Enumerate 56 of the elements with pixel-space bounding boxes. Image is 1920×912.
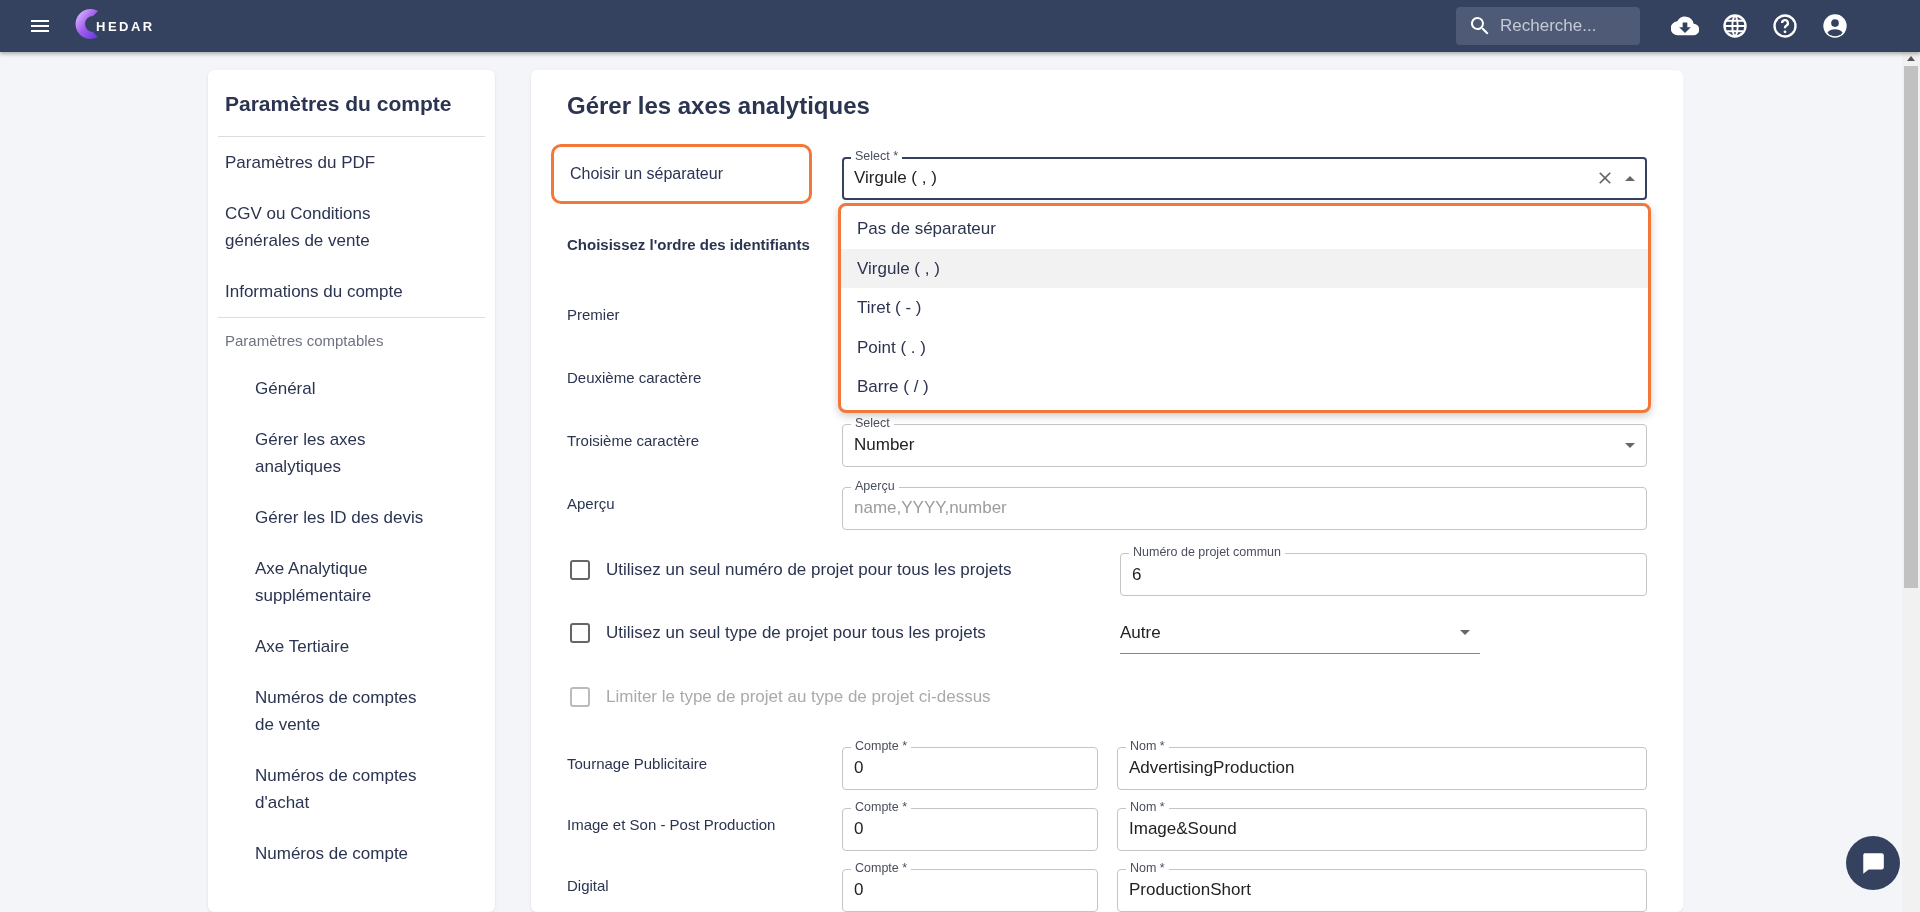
account-icon[interactable]: [1821, 12, 1849, 40]
checkbox-label: Limiter le type de projet au type de projet ci-dessus: [606, 687, 991, 707]
chat-button[interactable]: [1846, 836, 1900, 890]
sidebar-item[interactable]: CGV ou Conditions générales de vente: [218, 188, 433, 266]
section-heading: Choisissez l'ordre des identifiants: [567, 234, 810, 255]
search-field[interactable]: Recherche...: [1456, 7, 1640, 45]
dropdown-option[interactable]: Virgule ( , ): [841, 248, 1648, 288]
sidebar-item[interactable]: Gérer les ID des devis: [218, 492, 440, 543]
field-caption: Premier: [567, 306, 621, 323]
caret-icon[interactable]: [1625, 175, 1635, 181]
field-caption: Tournage Publicitaire: [567, 755, 709, 772]
field-caption: Digital: [567, 877, 610, 894]
globe-icon[interactable]: [1721, 12, 1749, 40]
dropdown-option[interactable]: Point ( . ): [841, 327, 1648, 367]
dropdown-option[interactable]: Tiret ( - ): [841, 288, 1648, 328]
field-caption: Image et Son - Post Production: [567, 816, 777, 833]
checkbox[interactable]: [570, 623, 590, 643]
sidebar-item[interactable]: Informations du compte: [218, 266, 433, 317]
input-field[interactable]: Compte * 0: [842, 737, 1098, 790]
preview-field[interactable]: Aperçu name,YYYY,number: [842, 477, 1647, 530]
caret-icon: [1625, 442, 1635, 448]
input-field[interactable]: Compte * 0: [842, 859, 1098, 912]
scrollbar[interactable]: [1902, 52, 1920, 912]
dropdown-option[interactable]: Barre ( / ): [841, 367, 1648, 407]
sidebar-item[interactable]: Gérer les axes analytiques: [218, 414, 440, 492]
logo-text: HEDAR: [96, 18, 155, 34]
sidebar-section-header: Paramètres comptables: [218, 317, 485, 363]
sidebar-item[interactable]: Paramètres du PDF: [218, 137, 433, 188]
select-field[interactable]: Autre: [1120, 612, 1480, 654]
input-field[interactable]: Numéro de projet commun 6: [1120, 544, 1647, 596]
field-label: Numéro de projet commun: [1129, 544, 1285, 560]
sidebar-item[interactable]: Axe Analytique supplémentaire: [218, 543, 440, 621]
checkbox-label: Utilisez un seul type de projet pour tous les projets: [606, 623, 986, 643]
checkbox-label: Utilisez un seul numéro de projet pour tous les projets: [606, 560, 1012, 580]
sidebar-item[interactable]: Numéros de comptes d'achat: [218, 750, 440, 828]
caret-icon: [1460, 630, 1470, 635]
checkbox[interactable]: [570, 560, 590, 580]
separator-label: Choisir un séparateur: [551, 143, 812, 204]
sidebar-item[interactable]: Général: [218, 363, 440, 414]
input-field[interactable]: Nom * Image&Sound: [1117, 798, 1647, 851]
sidebar-title: Paramètres du compte: [218, 70, 485, 137]
page-title: Gérer les axes analytiques: [567, 92, 871, 120]
input-field[interactable]: Nom * ProductionShort: [1117, 859, 1647, 912]
field-caption: Aperçu: [567, 495, 616, 512]
sidebar-item[interactable]: Axe Tertiaire: [218, 621, 440, 672]
field-caption: Troisième caractère: [567, 432, 700, 449]
select-field[interactable]: Select Number: [842, 414, 1647, 467]
dropdown-option[interactable]: Pas de séparateur: [841, 209, 1648, 249]
input-field[interactable]: Nom * AdvertisingProduction: [1117, 737, 1647, 790]
sidebar-item[interactable]: Numéros de compte: [218, 828, 440, 879]
sidebar-item[interactable]: Numéros de comptes de vente: [218, 672, 440, 750]
chat-icon: [1860, 850, 1886, 876]
separator-select[interactable]: Select * Virgule ( , ): [842, 147, 1647, 200]
field-caption: Deuxième caractère: [567, 369, 703, 386]
input-field[interactable]: Compte * 0: [842, 798, 1098, 851]
help-icon[interactable]: [1771, 12, 1799, 40]
